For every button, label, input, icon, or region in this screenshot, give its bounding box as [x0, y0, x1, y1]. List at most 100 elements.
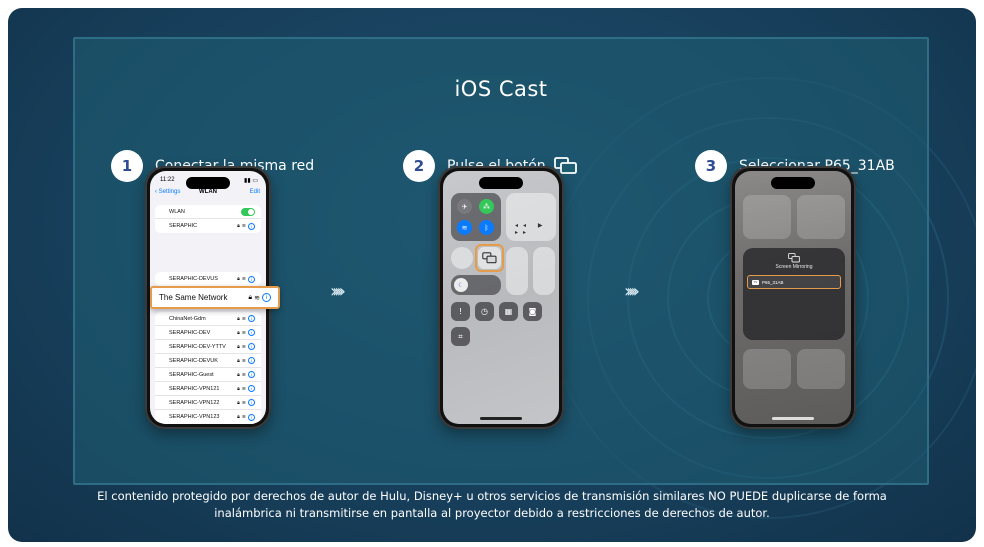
- home-indicator: [480, 417, 522, 420]
- same-network-label: The Same Network: [159, 293, 228, 302]
- lock-icon: 🔒︎: [237, 315, 240, 322]
- cellular-icon[interactable]: ⁂: [479, 199, 494, 214]
- wlan-label: WLAN: [169, 208, 185, 215]
- timer-icon[interactable]: ◷: [475, 302, 494, 321]
- dynamic-island: [186, 177, 230, 189]
- brightness-slider[interactable]: [506, 247, 528, 295]
- wifi-icon: ≋: [241, 223, 246, 229]
- connectivity-block: ✈ ⁂ ≋ ᛒ: [451, 193, 501, 241]
- blurred-tile: [743, 195, 791, 239]
- screen-mirroring-icon: [788, 253, 800, 263]
- network-name: SERAPHIC-VPN122: [169, 399, 220, 406]
- network-name: SERAPHIC-VPN123: [169, 414, 220, 420]
- volume-slider[interactable]: [533, 247, 555, 295]
- copyright-notice-line-2: inalámbrica ni transmitirse en pantalla …: [214, 506, 770, 520]
- info-icon[interactable]: i: [248, 222, 255, 230]
- tv-icon: TV: [752, 279, 759, 285]
- network-row[interactable]: SERAPHIC-DEV 🔒︎ ≋ i: [155, 326, 261, 340]
- info-icon[interactable]: i: [248, 357, 255, 364]
- dynamic-island: [479, 177, 523, 189]
- other-networks-group: ChinaNet-Gdm 🔒︎ ≋ i SERAPHIC-DEV 🔒︎ ≋ i SERAPH…: [155, 312, 261, 424]
- navigation-bar: ‹ Settings WLAN Edit: [150, 189, 266, 201]
- airplane-icon[interactable]: ✈: [457, 199, 472, 214]
- info-icon[interactable]: i: [248, 385, 255, 392]
- info-icon[interactable]: i: [248, 371, 255, 378]
- blurred-tile: [743, 349, 791, 389]
- phone-3-screen: Screen Mirroring TV P65_31AB: [735, 171, 851, 424]
- network-row[interactable]: SERAPHIC-VPN121 🔒︎ ≋ i: [155, 382, 261, 396]
- lock-icon: 🔒︎: [237, 399, 240, 406]
- page-title: iOS Cast: [454, 77, 548, 101]
- network-name: ChinaNet-Gdm: [169, 315, 206, 322]
- network-row[interactable]: ChinaNet-Gdm 🔒︎ ≋ i: [155, 312, 261, 326]
- step-1-number: 1: [111, 150, 143, 182]
- wifi-icon: ≋: [241, 385, 246, 392]
- rotation-lock-icon[interactable]: [451, 247, 473, 269]
- qr-scanner-icon[interactable]: ⌗: [451, 327, 470, 346]
- info-icon: i: [262, 293, 271, 302]
- phone-screen-mirroring: Screen Mirroring TV P65_31AB: [730, 166, 856, 429]
- phone-control-center: ✈ ⁂ ≋ ᛒ ◂◂ ▶ ▸▸ ☾ ǃ ◷ ▦ ◙ ⌗: [438, 166, 564, 429]
- info-icon[interactable]: i: [248, 275, 255, 283]
- arrow-chevrons-2: ›››››: [624, 281, 640, 302]
- lock-icon: 🔒︎: [237, 414, 240, 420]
- battery-icon: ▮▮ ▭: [244, 178, 258, 184]
- lock-icon: 🔒︎: [237, 223, 240, 229]
- nav-title: WLAN: [199, 189, 217, 195]
- edit-link[interactable]: Edit: [250, 189, 260, 195]
- lock-icon: 🔒︎: [237, 385, 240, 392]
- media-controls-icon: ◂◂ ▶ ▸▸: [515, 222, 548, 236]
- wifi-icon: ≋: [241, 329, 246, 336]
- calculator-icon[interactable]: ▦: [499, 302, 518, 321]
- focus-block[interactable]: ☾: [451, 275, 501, 295]
- blurred-tile: [797, 349, 845, 389]
- network-row[interactable]: SERAPHIC 🔒︎ ≋ i: [155, 219, 261, 233]
- lock-icon: 🔒︎: [237, 371, 240, 378]
- network-row[interactable]: SERAPHIC-DEVUS 🔒︎ ≋ i: [155, 272, 261, 286]
- info-icon[interactable]: i: [248, 399, 255, 406]
- device-option-p65[interactable]: TV P65_31AB: [747, 275, 841, 289]
- wlan-toggle-row[interactable]: WLAN: [155, 205, 261, 219]
- step-2-number: 2: [403, 150, 435, 182]
- device-name: P65_31AB: [762, 279, 784, 285]
- wifi-icon: ≋: [241, 399, 246, 406]
- wifi-icon: ≋: [241, 315, 246, 322]
- network-row[interactable]: SERAPHIC-DEVUK 🔒︎ ≋ i: [155, 354, 261, 368]
- wifi-icon: ≋: [241, 414, 246, 420]
- devus-group: SERAPHIC-DEVUS 🔒︎ ≋ i: [155, 272, 261, 286]
- lock-icon: 🔒︎: [248, 293, 253, 301]
- media-block[interactable]: ◂◂ ▶ ▸▸: [506, 193, 556, 241]
- network-row[interactable]: SERAPHIC-Guest 🔒︎ ≋ i: [155, 368, 261, 382]
- network-row[interactable]: SERAPHIC-DEV-YTTV 🔒︎ ≋ i: [155, 340, 261, 354]
- info-icon[interactable]: i: [248, 343, 255, 350]
- network-row[interactable]: SERAPHIC-VPN123 🔒︎ ≋ i: [155, 410, 261, 424]
- lock-icon: 🔒︎: [237, 357, 240, 364]
- phone-2-screen: ✈ ⁂ ≋ ᛒ ◂◂ ▶ ▸▸ ☾ ǃ ◷ ▦ ◙ ⌗: [443, 171, 559, 424]
- screen-mirroring-sheet: Screen Mirroring TV P65_31AB: [743, 248, 845, 340]
- flashlight-icon[interactable]: ǃ: [451, 302, 470, 321]
- network-name: SERAPHIC: [169, 223, 198, 229]
- same-network-callout: The Same Network 🔒︎ ≋ i: [150, 286, 280, 309]
- network-name: SERAPHIC-VPN121: [169, 385, 220, 392]
- bluetooth-icon[interactable]: ᛒ: [479, 220, 494, 235]
- camera-icon[interactable]: ◙: [523, 302, 542, 321]
- network-name: SERAPHIC-DEVUS: [169, 276, 218, 282]
- network-name: SERAPHIC-DEV-YTTV: [169, 343, 226, 350]
- arrow-chevrons-1: ›››››: [330, 281, 346, 302]
- info-icon[interactable]: i: [248, 413, 255, 421]
- screen-mirroring-title: Screen Mirroring: [775, 264, 813, 270]
- wifi-icon: ≋: [241, 357, 246, 364]
- copyright-notice: El contenido protegido por derechos de a…: [8, 488, 976, 522]
- wifi-icon[interactable]: ≋: [457, 220, 472, 235]
- blurred-tile: [797, 195, 845, 239]
- mirror-button-highlight: [475, 244, 504, 272]
- wifi-icon: ≋: [241, 276, 246, 282]
- network-name: SERAPHIC-DEV: [169, 329, 211, 336]
- home-indicator: [772, 417, 814, 420]
- step-3-number: 3: [695, 150, 727, 182]
- info-icon[interactable]: i: [248, 315, 255, 322]
- info-icon[interactable]: i: [248, 329, 255, 336]
- copyright-notice-line-1: El contenido protegido por derechos de a…: [97, 489, 887, 503]
- network-row[interactable]: SERAPHIC-VPN122 🔒︎ ≋ i: [155, 396, 261, 410]
- wlan-toggle[interactable]: [241, 207, 255, 216]
